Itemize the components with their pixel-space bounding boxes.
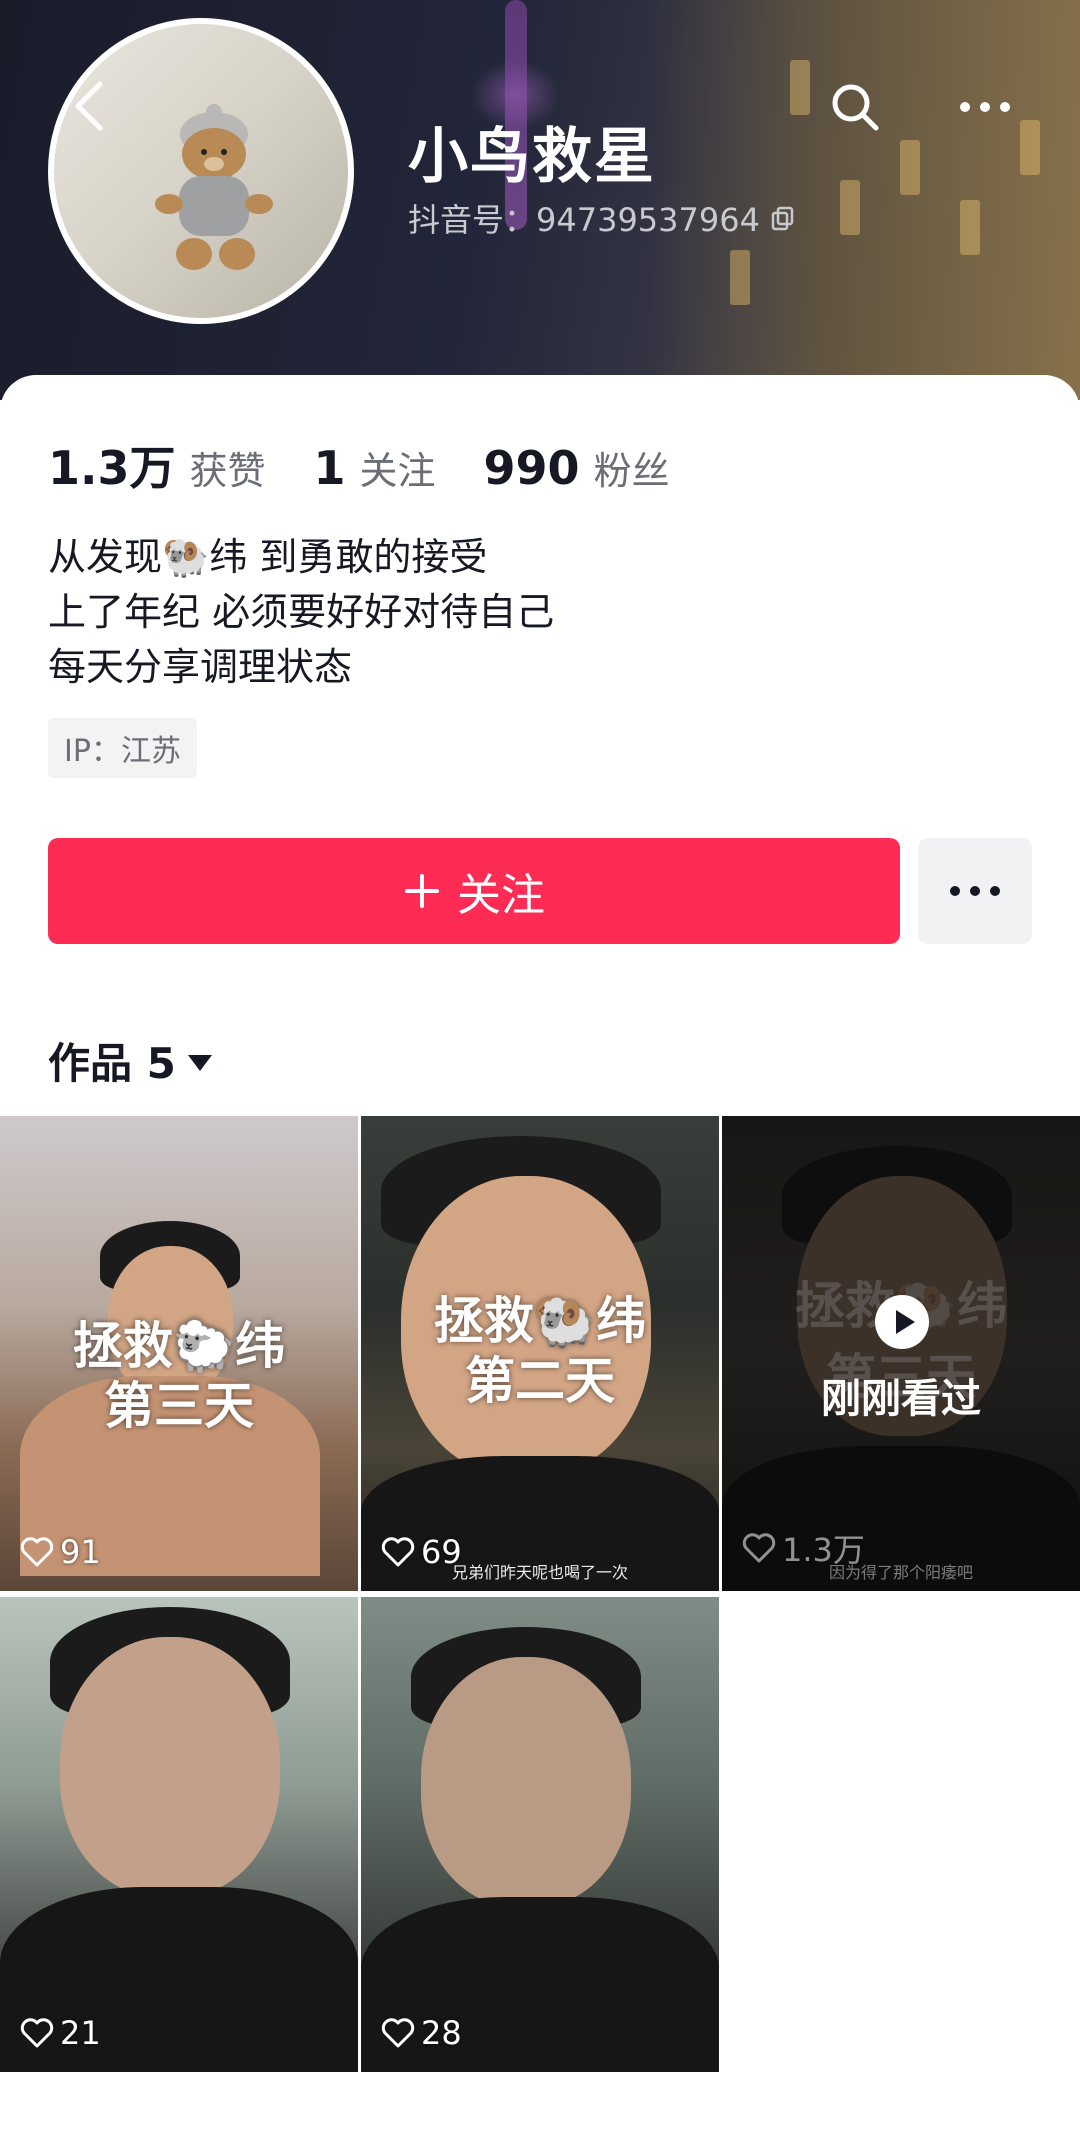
background-decoration	[730, 250, 750, 305]
like-count: 1.3万	[742, 1525, 865, 1571]
like-count-value: 1.3万	[782, 1531, 865, 1569]
stat-label: 获赞	[189, 449, 266, 493]
works-tab-label: 作品 5	[48, 1039, 176, 1088]
video-thumbnail[interactable]: 28	[361, 1597, 719, 2072]
heart-icon	[381, 2018, 415, 2048]
background-decoration	[840, 180, 860, 235]
video-thumbnail[interactable]: 拯救🐏纬 第三天 刚刚看过 因为得了那个阳痿吧 1.3万	[722, 1116, 1080, 1591]
profile-bio: 从发现🐏纬 到勇敢的接受 上了年纪 必须要好好对待自己 每天分享调理状态	[48, 530, 554, 695]
avatar[interactable]	[48, 18, 354, 324]
back-button[interactable]	[70, 78, 120, 138]
stat-following[interactable]: 1 关注	[314, 440, 436, 495]
bio-line: 从发现🐏纬 到勇敢的接受	[48, 535, 488, 579]
more-options-icon[interactable]	[955, 92, 1015, 122]
play-icon	[875, 1295, 929, 1349]
stat-label: 关注	[359, 449, 436, 493]
heart-icon	[381, 1537, 415, 1567]
follow-button-label: 关注	[457, 870, 545, 921]
video-title-line: 拯救🐑纬	[72, 1317, 286, 1375]
works-tab[interactable]: 作品 5	[48, 1030, 214, 1091]
video-thumbnail[interactable]: 拯救🐏纬 第二天 兄弟们昨天呢也喝了一次 69	[361, 1116, 719, 1591]
heart-icon	[20, 2018, 54, 2048]
like-count-value: 91	[60, 1533, 101, 1571]
background-decoration	[1020, 120, 1040, 175]
more-dots-icon	[950, 886, 1000, 896]
recently-watched-label: 刚刚看过	[821, 1376, 981, 1422]
stat-label: 粉丝	[593, 449, 670, 493]
heart-icon	[20, 1537, 54, 1567]
profile-stats: 1.3万 获赞 1 关注 990 粉丝	[48, 432, 718, 498]
copy-icon[interactable]	[770, 205, 796, 231]
stat-likes[interactable]: 1.3万 获赞	[48, 432, 266, 498]
plus-icon	[405, 874, 439, 908]
ip-location-tag: IP：江苏	[48, 718, 197, 778]
like-count-value: 28	[421, 2014, 462, 2052]
video-thumbnail[interactable]: 拯救🐑纬 第三天 91	[0, 1116, 358, 1591]
bio-line: 每天分享调理状态	[48, 645, 353, 689]
triangle-down-icon	[187, 1054, 212, 1071]
like-count-value: 21	[60, 2014, 101, 2052]
heart-icon	[742, 1533, 776, 1563]
like-count: 28	[381, 2014, 462, 2052]
video-title-line: 拯救🐏纬	[433, 1292, 647, 1350]
video-title-line: 第三天	[104, 1377, 254, 1435]
stat-followers[interactable]: 990 粉丝	[484, 440, 670, 495]
like-count: 69	[381, 1533, 462, 1571]
watched-overlay	[722, 1116, 1080, 1591]
thumbnail-figure	[421, 1657, 631, 1907]
teddy-bear-image	[155, 104, 273, 270]
stat-value: 1.3万	[48, 441, 176, 495]
thumbnail-figure	[60, 1637, 280, 1897]
chevron-left-icon	[75, 81, 103, 131]
video-thumbnail[interactable]: 21	[0, 1597, 358, 2072]
stat-value: 1	[313, 441, 346, 495]
bio-line: 上了年纪 必须要好好对待自己	[48, 590, 555, 634]
video-title-line: 第二天	[465, 1352, 615, 1410]
douyin-id-text: 抖音号：94739537964	[408, 201, 760, 239]
like-count: 21	[20, 2014, 101, 2052]
profile-nickname: 小鸟救星	[408, 122, 656, 192]
video-title: 拯救🐏纬 第二天	[361, 1291, 719, 1411]
follow-button[interactable]: 关注	[48, 838, 900, 944]
search-icon[interactable]	[828, 80, 882, 134]
like-count: 91	[20, 1533, 101, 1571]
video-title: 拯救🐑纬 第三天	[0, 1316, 358, 1436]
douyin-id[interactable]: 抖音号：94739537964	[408, 195, 796, 241]
background-decoration	[960, 200, 980, 255]
stat-value: 990	[483, 441, 580, 495]
like-count-value: 69	[421, 1533, 462, 1571]
background-decoration	[900, 140, 920, 195]
more-actions-button[interactable]	[918, 838, 1032, 944]
background-decoration	[790, 60, 810, 115]
